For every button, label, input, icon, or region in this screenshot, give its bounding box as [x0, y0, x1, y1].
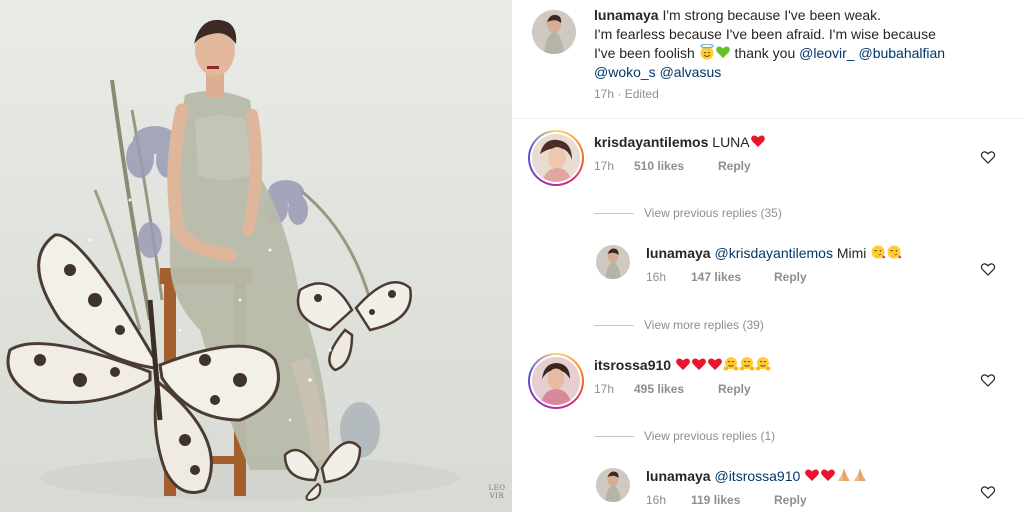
heart-outline-icon[interactable]: [980, 484, 996, 500]
avatar-image: [532, 134, 580, 182]
avatar[interactable]: [596, 245, 630, 279]
comment-time[interactable]: 17h: [594, 159, 634, 173]
comment-likes[interactable]: 510 likes: [634, 159, 718, 173]
photo-illustration: [6, 19, 460, 502]
watermark-line: LEO: [488, 484, 506, 492]
view-previous-replies[interactable]: View previous replies (1): [594, 429, 775, 443]
divider: [512, 118, 1024, 119]
caption-text: I'm strong because I've been weak.: [662, 7, 882, 23]
view-previous-replies[interactable]: View previous replies (35): [594, 206, 782, 220]
view-replies-label: View previous replies (1): [644, 429, 776, 443]
meta-separator: ·: [617, 87, 622, 101]
post-meta: 17h · Edited: [594, 87, 659, 101]
watermark-line: VIR: [489, 492, 505, 500]
reply-meta: 16h 147 likes Reply: [646, 270, 807, 284]
comment-line: krisdayantilemos LUNA: [594, 133, 766, 152]
comment-meta: 17h 510 likes Reply: [594, 159, 751, 173]
reply-button[interactable]: Reply: [718, 159, 751, 173]
mention-link[interactable]: @itsrossa910: [714, 468, 800, 484]
red-heart-icon: [708, 358, 722, 370]
post-photo[interactable]: LEO VIR: [0, 0, 512, 512]
photo-watermark: LEO VIR: [486, 484, 508, 500]
avatar-image: [596, 468, 630, 502]
comment-text: LUNA: [712, 134, 750, 150]
post-username[interactable]: lunamaya: [594, 7, 659, 23]
green-heart-icon: [715, 46, 730, 58]
face-blowing-kiss-icon: [871, 245, 886, 259]
caption-line: I've been foolish thank you @leovir_ @bu…: [594, 44, 945, 63]
reply-username[interactable]: lunamaya: [646, 468, 711, 484]
mention-link[interactable]: @bubahalfian: [858, 45, 945, 61]
red-heart-icon: [692, 358, 706, 370]
comment-line: itsrossa910: [594, 356, 771, 375]
hugging-face-icon: [723, 357, 739, 371]
reply-line: lunamaya @itsrossa910: [646, 467, 868, 486]
red-heart-icon: [676, 358, 690, 370]
folded-hands-icon: [854, 469, 867, 481]
comments-panel: lunamaya I'm strong because I've been we…: [512, 0, 1024, 512]
caption-line: I'm fearless because I've been afraid. I…: [594, 25, 936, 44]
reply-button[interactable]: Reply: [774, 270, 807, 284]
view-more-replies[interactable]: View more replies (39): [594, 318, 764, 332]
post-time[interactable]: 17h: [594, 87, 614, 101]
red-heart-icon: [750, 135, 765, 147]
reply-button[interactable]: Reply: [774, 493, 807, 507]
caption-text: I'm fearless because I've been afraid. I…: [594, 26, 936, 42]
heart-outline-icon[interactable]: [980, 372, 996, 388]
reply-text: Mimi: [836, 245, 867, 261]
mention-link[interactable]: @alvasus: [660, 64, 722, 80]
edited-label: Edited: [624, 87, 659, 101]
folded-hands-icon: [838, 469, 851, 481]
comment-likes[interactable]: 495 likes: [634, 382, 718, 396]
comment-username[interactable]: krisdayantilemos: [594, 134, 708, 150]
reply-likes[interactable]: 119 likes: [691, 493, 774, 507]
red-heart-icon: [805, 469, 820, 481]
avatar: [532, 134, 580, 182]
reply-line: lunamaya @krisdayantilemos Mimi: [646, 244, 902, 263]
avatar-image: [532, 10, 576, 54]
comment-meta: 17h 495 likes Reply: [594, 382, 751, 396]
avatar[interactable]: [532, 10, 576, 54]
view-replies-label: View previous replies (35): [644, 206, 782, 220]
heart-outline-icon[interactable]: [980, 149, 996, 165]
mention-link[interactable]: @leovir_: [799, 45, 854, 61]
face-blowing-kiss-icon: [887, 245, 902, 259]
caption-line: @woko_s @alvasus: [594, 63, 721, 82]
avatar-image: [532, 357, 580, 405]
hugging-face-icon: [755, 357, 771, 371]
story-ring[interactable]: [528, 353, 584, 409]
heart-outline-icon[interactable]: [980, 261, 996, 277]
replies-line: [594, 325, 634, 327]
mention-link[interactable]: @woko_s: [594, 64, 656, 80]
reply-time[interactable]: 16h: [646, 493, 691, 507]
view-replies-label: View more replies (39): [644, 318, 764, 332]
caption-text: I've been foolish: [594, 45, 695, 61]
comment-time[interactable]: 17h: [594, 382, 634, 396]
story-ring[interactable]: [528, 130, 584, 186]
reply-meta: 16h 119 likes Reply: [646, 493, 807, 507]
replies-line: [594, 213, 634, 215]
caption-line: lunamaya I'm strong because I've been we…: [594, 6, 881, 25]
mention-link[interactable]: @krisdayantilemos: [714, 245, 832, 261]
replies-line: [594, 436, 634, 438]
avatar[interactable]: [596, 468, 630, 502]
comment-username[interactable]: itsrossa910: [594, 357, 671, 373]
reply-likes[interactable]: 147 likes: [691, 270, 774, 284]
avatar: [532, 357, 580, 405]
reply-username[interactable]: lunamaya: [646, 245, 711, 261]
reply-time[interactable]: 16h: [646, 270, 691, 284]
caption-text: thank you: [734, 45, 796, 61]
reply-button[interactable]: Reply: [718, 382, 751, 396]
red-heart-icon: [821, 469, 836, 481]
smiling-face-with-halo-icon: [700, 44, 714, 60]
hugging-face-icon: [739, 357, 755, 371]
avatar-image: [596, 245, 630, 279]
